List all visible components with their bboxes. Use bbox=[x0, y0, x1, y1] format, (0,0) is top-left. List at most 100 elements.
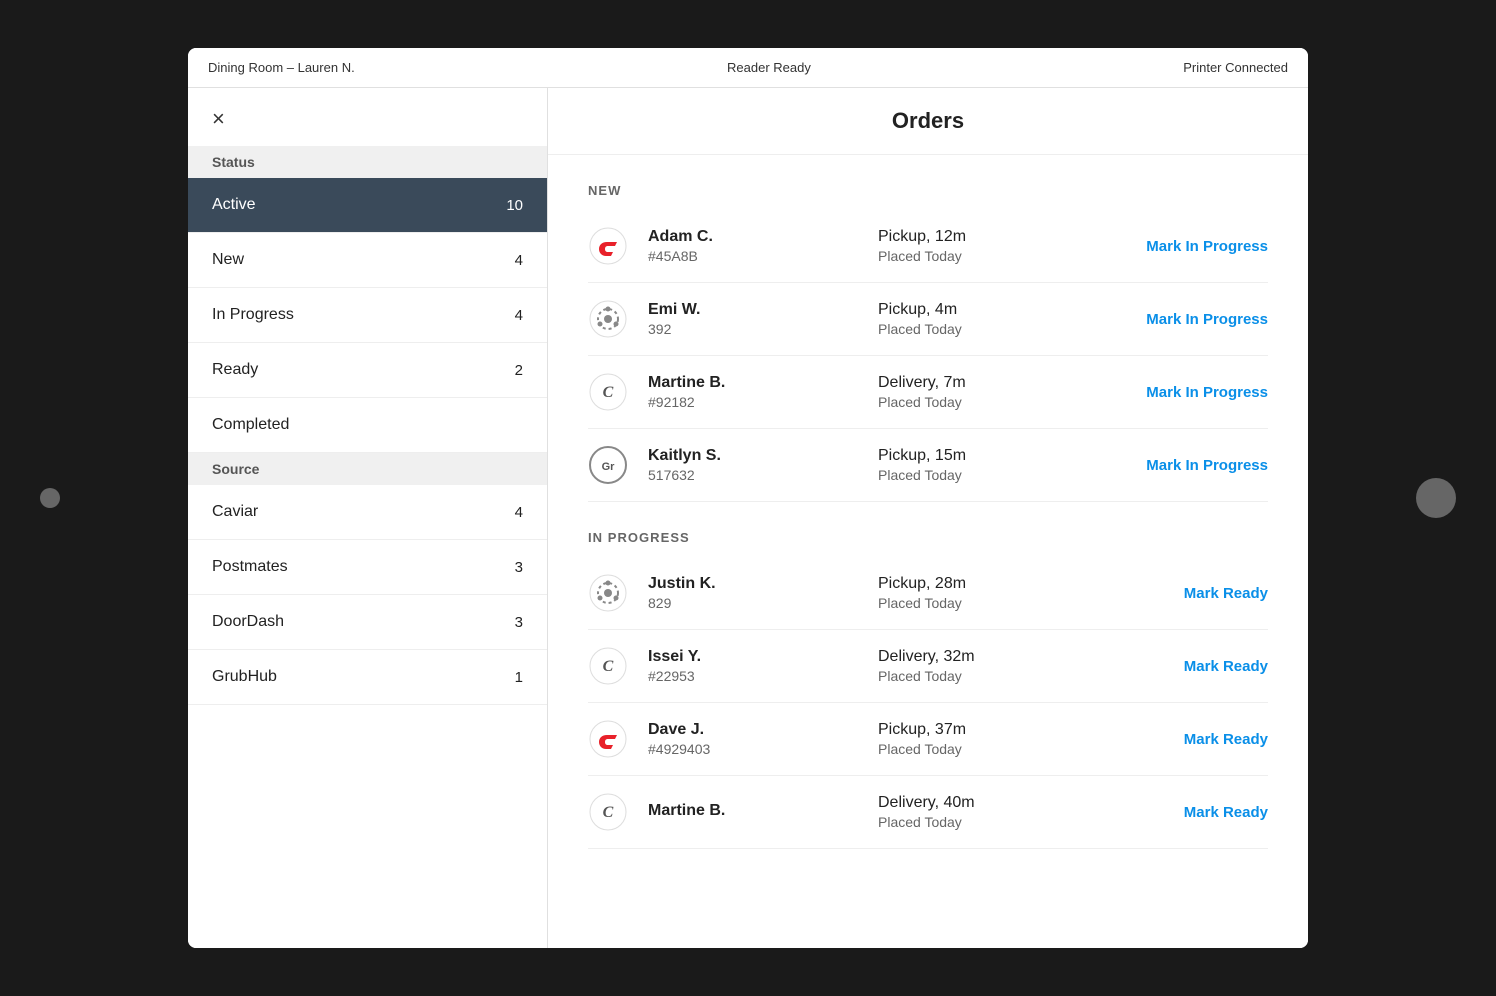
order-placed-adam: Placed Today bbox=[878, 248, 1088, 264]
sidebar-item-active[interactable]: Active 10 bbox=[188, 178, 547, 233]
order-id-martine-new: #92182 bbox=[648, 394, 858, 410]
doordash-icon-svg-2 bbox=[589, 720, 627, 758]
order-info-martine-progress: Martine B. bbox=[648, 802, 858, 822]
order-info-adam: Adam C. #45A8B bbox=[648, 228, 858, 264]
order-id-justin: 829 bbox=[648, 595, 858, 611]
order-icon-grubhub-1: Gr bbox=[588, 445, 628, 485]
close-button[interactable]: × bbox=[212, 108, 225, 130]
order-placed-issei: Placed Today bbox=[878, 668, 1088, 684]
order-type-martine-new: Delivery, 7m bbox=[878, 374, 1088, 392]
order-placed-dave: Placed Today bbox=[878, 741, 1088, 757]
doordash-icon-svg bbox=[589, 227, 627, 265]
section-label-status: Status bbox=[188, 146, 547, 178]
section-title-new: NEW bbox=[588, 155, 1268, 210]
order-row-issei: C Issei Y. #22953 Delivery, 32m Placed T… bbox=[588, 630, 1268, 703]
postmates-icon-svg-2 bbox=[589, 574, 627, 612]
sidebar-item-ready[interactable]: Ready 2 bbox=[188, 343, 547, 398]
mark-ready-martine-progress[interactable]: Mark Ready bbox=[1108, 804, 1268, 821]
svg-text:C: C bbox=[603, 804, 614, 821]
order-id-issei: #22953 bbox=[648, 668, 858, 684]
sidebar-item-grubhub-label: GrubHub bbox=[212, 668, 277, 686]
order-id-kaitlyn: 517632 bbox=[648, 467, 858, 483]
order-details-dave: Pickup, 37m Placed Today bbox=[878, 721, 1088, 757]
sidebar-item-completed-label: Completed bbox=[212, 416, 289, 434]
svg-text:C: C bbox=[603, 384, 614, 401]
section-title-in-progress: IN PROGRESS bbox=[588, 502, 1268, 557]
left-dot-decoration bbox=[40, 488, 60, 508]
main-layout: × Status Active 10 New 4 In Progress 4 R… bbox=[188, 88, 1308, 948]
mark-in-progress-adam[interactable]: Mark In Progress bbox=[1108, 238, 1268, 255]
section-label-source: Source bbox=[188, 453, 547, 485]
sidebar-item-new[interactable]: New 4 bbox=[188, 233, 547, 288]
order-details-martine-new: Delivery, 7m Placed Today bbox=[878, 374, 1088, 410]
sidebar-item-active-badge: 10 bbox=[506, 197, 523, 214]
postmates-icon-svg-1 bbox=[589, 300, 627, 338]
order-name-martine-progress: Martine B. bbox=[648, 802, 858, 820]
sidebar-item-ready-label: Ready bbox=[212, 361, 258, 379]
order-details-emi: Pickup, 4m Placed Today bbox=[878, 301, 1088, 337]
order-row-martine-progress: C Martine B. Delivery, 40m Placed Today … bbox=[588, 776, 1268, 849]
orders-content: NEW Adam C. #45A8B Pickup, 12m bbox=[548, 155, 1308, 849]
order-icon-postmates-1 bbox=[588, 299, 628, 339]
order-icon-doordash-1 bbox=[588, 226, 628, 266]
order-row-dave: Dave J. #4929403 Pickup, 37m Placed Toda… bbox=[588, 703, 1268, 776]
order-name-dave: Dave J. bbox=[648, 721, 858, 739]
top-bar-left: Dining Room – Lauren N. bbox=[208, 60, 355, 75]
order-type-dave: Pickup, 37m bbox=[878, 721, 1088, 739]
caviar-icon-svg-3: C bbox=[589, 793, 627, 831]
sidebar-item-ready-badge: 2 bbox=[515, 362, 523, 379]
order-details-issei: Delivery, 32m Placed Today bbox=[878, 648, 1088, 684]
top-bar-right: Printer Connected bbox=[1183, 60, 1288, 75]
order-details-martine-progress: Delivery, 40m Placed Today bbox=[878, 794, 1088, 830]
order-type-martine-progress: Delivery, 40m bbox=[878, 794, 1088, 812]
mark-ready-issei[interactable]: Mark Ready bbox=[1108, 658, 1268, 675]
app-container: Dining Room – Lauren N. Reader Ready Pri… bbox=[188, 48, 1308, 948]
order-row-justin: Justin K. 829 Pickup, 28m Placed Today M… bbox=[588, 557, 1268, 630]
order-icon-postmates-2 bbox=[588, 573, 628, 613]
top-bar-center: Reader Ready bbox=[727, 60, 811, 75]
mark-in-progress-martine-new[interactable]: Mark In Progress bbox=[1108, 384, 1268, 401]
order-icon-caviar-1: C bbox=[588, 372, 628, 412]
order-placed-kaitlyn: Placed Today bbox=[878, 467, 1088, 483]
sidebar-item-caviar[interactable]: Caviar 4 bbox=[188, 485, 547, 540]
order-info-martine-new: Martine B. #92182 bbox=[648, 374, 858, 410]
order-name-emi: Emi W. bbox=[648, 301, 858, 319]
mark-in-progress-emi[interactable]: Mark In Progress bbox=[1108, 311, 1268, 328]
order-placed-martine-progress: Placed Today bbox=[878, 814, 1088, 830]
caviar-icon-svg-1: C bbox=[589, 373, 627, 411]
mark-in-progress-kaitlyn[interactable]: Mark In Progress bbox=[1108, 457, 1268, 474]
sidebar-item-in-progress-badge: 4 bbox=[515, 307, 523, 324]
grubhub-icon-svg: Gr bbox=[589, 446, 627, 484]
order-icon-doordash-2 bbox=[588, 719, 628, 759]
content-header: Orders bbox=[548, 88, 1308, 155]
top-bar: Dining Room – Lauren N. Reader Ready Pri… bbox=[188, 48, 1308, 88]
sidebar-item-in-progress[interactable]: In Progress 4 bbox=[188, 288, 547, 343]
svg-text:C: C bbox=[603, 658, 614, 675]
order-details-kaitlyn: Pickup, 15m Placed Today bbox=[878, 447, 1088, 483]
sidebar-item-postmates-badge: 3 bbox=[515, 559, 523, 576]
sidebar: × Status Active 10 New 4 In Progress 4 R… bbox=[188, 88, 548, 948]
order-info-dave: Dave J. #4929403 bbox=[648, 721, 858, 757]
mark-ready-justin[interactable]: Mark Ready bbox=[1108, 585, 1268, 602]
order-placed-martine-new: Placed Today bbox=[878, 394, 1088, 410]
sidebar-item-new-badge: 4 bbox=[515, 252, 523, 269]
order-details-adam: Pickup, 12m Placed Today bbox=[878, 228, 1088, 264]
sidebar-item-completed[interactable]: Completed bbox=[188, 398, 547, 453]
order-name-issei: Issei Y. bbox=[648, 648, 858, 666]
mark-ready-dave[interactable]: Mark Ready bbox=[1108, 731, 1268, 748]
sidebar-item-grubhub-badge: 1 bbox=[515, 669, 523, 686]
sidebar-item-postmates[interactable]: Postmates 3 bbox=[188, 540, 547, 595]
order-type-kaitlyn: Pickup, 15m bbox=[878, 447, 1088, 465]
sidebar-item-caviar-badge: 4 bbox=[515, 504, 523, 521]
order-info-emi: Emi W. 392 bbox=[648, 301, 858, 337]
order-name-martine-new: Martine B. bbox=[648, 374, 858, 392]
order-type-issei: Delivery, 32m bbox=[878, 648, 1088, 666]
sidebar-item-doordash-badge: 3 bbox=[515, 614, 523, 631]
sidebar-item-doordash[interactable]: DoorDash 3 bbox=[188, 595, 547, 650]
sidebar-item-new-label: New bbox=[212, 251, 244, 269]
order-row-kaitlyn: Gr Kaitlyn S. 517632 Pickup, 15m Placed … bbox=[588, 429, 1268, 502]
sidebar-item-grubhub[interactable]: GrubHub 1 bbox=[188, 650, 547, 705]
order-placed-emi: Placed Today bbox=[878, 321, 1088, 337]
order-row-martine-new: C Martine B. #92182 Delivery, 7m Placed … bbox=[588, 356, 1268, 429]
caviar-icon-svg-2: C bbox=[589, 647, 627, 685]
